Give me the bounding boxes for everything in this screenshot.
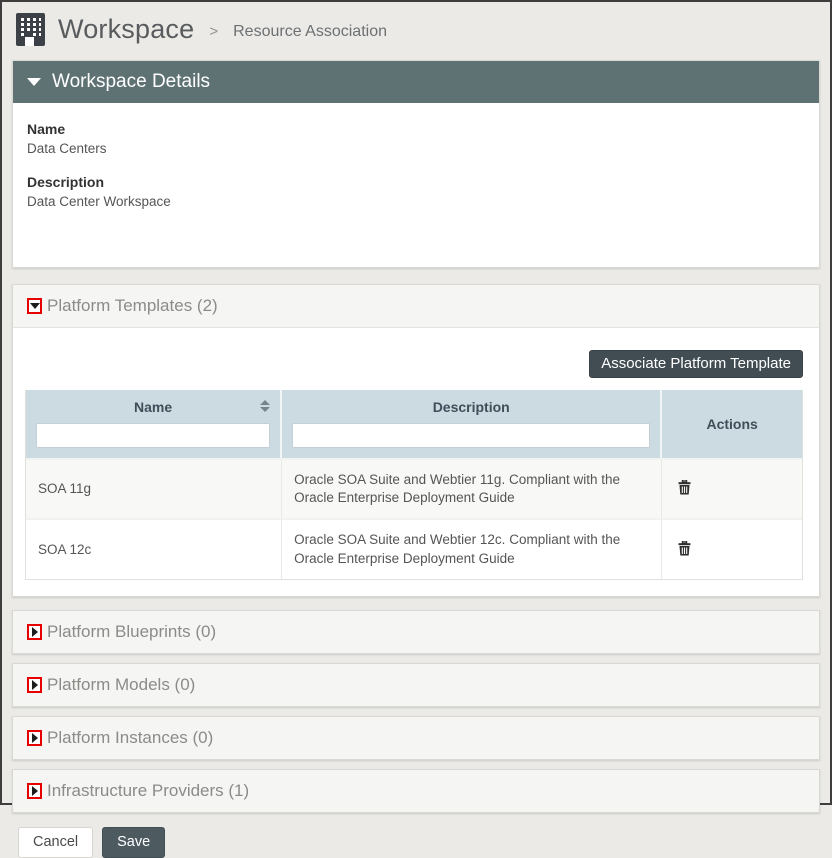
- row-name: SOA 12c: [26, 518, 282, 578]
- annotation-highlight-box: [27, 677, 42, 693]
- platform-instances-title: Platform Instances (0): [47, 728, 213, 748]
- cancel-button[interactable]: Cancel: [18, 827, 93, 858]
- delete-button[interactable]: [674, 478, 695, 500]
- sort-icon[interactable]: [260, 400, 270, 412]
- breadcrumb-separator: >: [209, 23, 218, 40]
- trash-icon: [678, 541, 691, 556]
- caret-down-icon: [30, 303, 40, 309]
- platform-templates-title: Platform Templates (2): [47, 296, 218, 316]
- annotation-highlight-box: [27, 298, 42, 314]
- caret-down-icon: [27, 78, 41, 86]
- delete-button[interactable]: [674, 539, 695, 561]
- description-filter-input[interactable]: [292, 423, 650, 448]
- platform-models-title: Platform Models (0): [47, 675, 195, 695]
- description-column-label: Description: [433, 399, 510, 415]
- annotation-highlight-box: [27, 783, 42, 799]
- caret-right-icon: [32, 627, 38, 637]
- name-field: Name Data Centers: [27, 121, 805, 156]
- footer-actions: Cancel Save: [18, 827, 820, 858]
- column-header-actions: Actions: [662, 390, 802, 458]
- building-icon: [16, 13, 45, 46]
- annotation-highlight-box: [27, 624, 42, 640]
- breadcrumb: Resource Association: [233, 23, 387, 41]
- platform-models-header[interactable]: Platform Models (0): [13, 664, 819, 706]
- infrastructure-providers-title: Infrastructure Providers (1): [47, 781, 249, 801]
- description-field: Description Data Center Workspace: [27, 174, 805, 209]
- save-button[interactable]: Save: [102, 827, 165, 858]
- app-header: Workspace > Resource Association: [2, 2, 830, 55]
- workspace-details-body: Name Data Centers Description Data Cente…: [13, 103, 819, 267]
- row-name: SOA 11g: [26, 458, 282, 518]
- platform-instances-panel: Platform Instances (0): [12, 716, 820, 760]
- description-value: Data Center Workspace: [27, 194, 805, 209]
- platform-blueprints-header[interactable]: Platform Blueprints (0): [13, 611, 819, 653]
- name-value: Data Centers: [27, 141, 805, 156]
- column-header-description: Description: [282, 390, 662, 458]
- annotation-highlight-box: [27, 730, 42, 746]
- workspace-details-header[interactable]: Workspace Details: [13, 61, 819, 103]
- trash-icon: [678, 480, 691, 495]
- platform-templates-header[interactable]: Platform Templates (2): [13, 285, 819, 328]
- associate-platform-template-button[interactable]: Associate Platform Template: [589, 350, 803, 378]
- name-label: Name: [27, 121, 805, 137]
- caret-right-icon: [32, 680, 38, 690]
- platform-blueprints-title: Platform Blueprints (0): [47, 622, 216, 642]
- workspace-details-title: Workspace Details: [52, 71, 210, 93]
- row-actions: [662, 518, 802, 578]
- infrastructure-providers-header[interactable]: Infrastructure Providers (1): [13, 770, 819, 812]
- platform-templates-content: Associate Platform Template Name: [13, 328, 819, 596]
- caret-right-icon: [32, 733, 38, 743]
- row-actions: [662, 458, 802, 518]
- name-column-label: Name: [134, 399, 172, 415]
- platform-templates-panel: Platform Templates (2) Associate Platfor…: [12, 284, 820, 597]
- platform-blueprints-panel: Platform Blueprints (0): [12, 610, 820, 654]
- row-description: Oracle SOA Suite and Webtier 11g. Compli…: [282, 458, 662, 518]
- table-row: SOA 12c Oracle SOA Suite and Webtier 12c…: [26, 518, 802, 578]
- page-title: Workspace: [58, 14, 194, 45]
- description-label: Description: [27, 174, 805, 190]
- platform-instances-header[interactable]: Platform Instances (0): [13, 717, 819, 759]
- platform-templates-table: Name Description Actions: [25, 390, 803, 580]
- caret-right-icon: [32, 786, 38, 796]
- infrastructure-providers-panel: Infrastructure Providers (1): [12, 769, 820, 813]
- column-header-name[interactable]: Name: [26, 390, 282, 458]
- row-description: Oracle SOA Suite and Webtier 12c. Compli…: [282, 518, 662, 578]
- platform-models-panel: Platform Models (0): [12, 663, 820, 707]
- name-filter-input[interactable]: [36, 423, 270, 448]
- workspace-details-panel: Workspace Details Name Data Centers Desc…: [12, 60, 820, 268]
- table-row: SOA 11g Oracle SOA Suite and Webtier 11g…: [26, 458, 802, 518]
